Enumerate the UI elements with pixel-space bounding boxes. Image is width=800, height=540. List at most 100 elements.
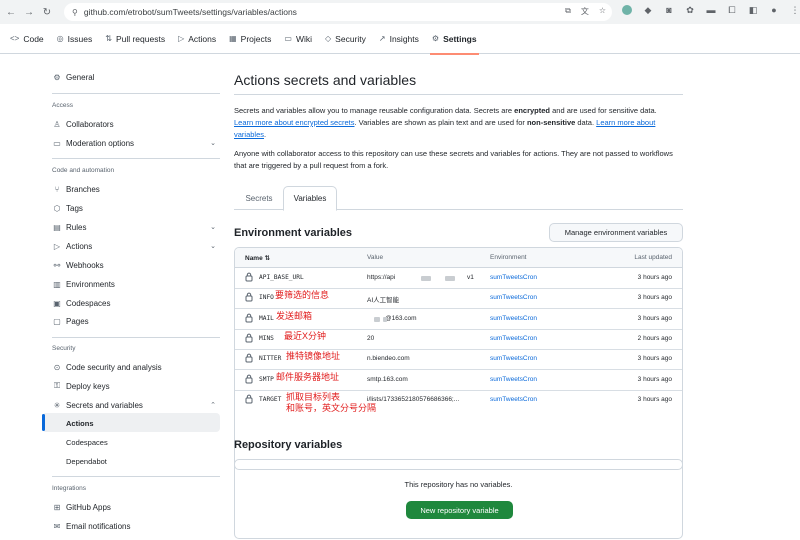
tab-projects[interactable]: ▦ Projects — [229, 24, 271, 54]
tab-security[interactable]: ◇ Security — [325, 24, 366, 54]
table-icon: ▦ — [229, 34, 237, 43]
profile-icon[interactable]: ● — [769, 5, 779, 15]
variable-environment-link[interactable]: sumTweetsCron — [490, 315, 537, 322]
redacted-value — [383, 316, 387, 322]
sidepanel-icon[interactable]: ◧ — [748, 5, 758, 15]
extension-icon[interactable]: ✿ — [685, 5, 695, 15]
lock-icon — [245, 313, 253, 323]
column-header-name[interactable]: Name ⇅ — [245, 254, 270, 262]
repository-variables-heading: Repository variables — [234, 439, 343, 451]
variable-environment-link[interactable]: sumTweetsCron — [490, 274, 537, 281]
tab-variables[interactable]: Variables — [283, 186, 337, 211]
url-text: github.com/etrobot/sumTweets/settings/va… — [83, 7, 297, 17]
extension-icon[interactable]: ▬ — [706, 5, 716, 15]
sidebar-item-label: Webhooks — [66, 260, 104, 270]
back-icon[interactable]: ← — [4, 5, 18, 19]
sidebar-item-secrets-variables[interactable]: ✳ Secrets and variables ⌃ — [52, 397, 222, 413]
play-icon: ▷ — [53, 241, 61, 251]
menu-icon[interactable]: ⋮ — [790, 5, 800, 15]
sidebar-item-actions[interactable]: ▷ Actions ⌄ — [52, 238, 222, 254]
variable-name[interactable]: SMTP — [259, 376, 274, 383]
tab-secrets[interactable]: Secrets — [234, 186, 284, 210]
redacted-value — [421, 276, 431, 281]
tab-settings[interactable]: ⚙ Settings — [429, 24, 479, 55]
forward-icon[interactable]: → — [22, 5, 36, 19]
sidebar-item-deploy-keys[interactable]: ⚿ Deploy keys — [52, 378, 222, 394]
extension-icon[interactable]: ◆ — [643, 5, 653, 15]
play-icon: ▷ — [178, 34, 185, 43]
manage-environment-variables-button[interactable]: Manage environment variables — [549, 223, 683, 242]
sidebar-heading-code: Code and automation — [52, 167, 115, 174]
text: data. — [575, 118, 597, 127]
translate-icon[interactable]: 文 — [581, 6, 589, 17]
variable-name[interactable]: MAIL — [259, 315, 274, 322]
tab-insights[interactable]: ↗ Insights — [379, 24, 419, 54]
camera-extension-icon[interactable]: ◙ — [664, 5, 674, 15]
link-encrypted-secrets[interactable]: Learn more about encrypted secrets — [234, 118, 354, 127]
sidebar-item-webhooks[interactable]: ⚯ Webhooks — [52, 257, 222, 273]
extension-icon[interactable] — [622, 5, 632, 15]
variable-environment-link[interactable]: sumTweetsCron — [490, 396, 537, 403]
sidebar-item-code-security[interactable]: ⊙ Code security and analysis — [52, 359, 222, 375]
sidebar-item-environments[interactable]: ▥ Environments — [52, 276, 222, 292]
sidebar-subitem-actions[interactable]: Actions — [66, 419, 94, 428]
chevron-up-icon: ⌃ — [210, 402, 216, 409]
variable-environment-link[interactable]: sumTweetsCron — [490, 294, 537, 301]
text-bold: non-sensitive — [526, 118, 576, 127]
sidebar-item-label: General — [66, 72, 95, 82]
gear-icon: ⚙ — [53, 72, 61, 82]
new-repository-variable-button[interactable]: New repository variable — [406, 501, 513, 519]
address-bar[interactable]: ⚲ github.com/etrobot/sumTweets/settings/… — [64, 3, 612, 21]
variable-last-updated: 2 hours ago — [637, 334, 672, 342]
tab-issues[interactable]: ◎ Issues — [57, 24, 93, 54]
key-icon: ⚿ — [53, 381, 61, 390]
variable-value: https://api — [367, 274, 396, 281]
sidebar-item-rules[interactable]: ▤ Rules ⌄ — [52, 219, 222, 235]
sidebar-item-github-apps[interactable]: ⊞ GitHub Apps — [52, 499, 222, 515]
red-annotation: 要筛选的信息 — [275, 290, 330, 301]
sidebar-item-codespaces[interactable]: ▣ Codespaces — [52, 295, 222, 311]
sidebar-item-moderation[interactable]: ▭ Moderation options ⌄ — [52, 135, 222, 151]
sidebar-item-pages[interactable]: ▢ Pages — [52, 313, 222, 329]
lock-icon — [245, 374, 253, 384]
chevron-down-icon: ⌄ — [210, 140, 216, 147]
reload-icon[interactable]: ↻ — [40, 5, 54, 19]
tab-pull-requests[interactable]: ⇅ Pull requests — [105, 24, 165, 54]
sidebar-heading-security: Security — [52, 345, 76, 352]
column-header-value: Value — [367, 254, 384, 261]
empty-state-text: This repository has no variables. — [404, 480, 513, 489]
sidebar-subitem-codespaces[interactable]: Codespaces — [66, 438, 108, 447]
apps-icon: ⊞ — [53, 502, 61, 512]
site-info-icon[interactable]: ⚲ — [72, 8, 78, 17]
variable-last-updated: 3 hours ago — [637, 274, 672, 281]
description-paragraph: Secrets and variables allow you to manag… — [234, 105, 674, 141]
sidebar-item-email-notifications[interactable]: ✉ Email notifications — [52, 518, 222, 534]
puzzle-extension-icon[interactable]: ⧠ — [727, 5, 737, 15]
variable-name[interactable]: MINS — [259, 335, 274, 342]
shield-icon: ◇ — [325, 34, 332, 43]
variable-name[interactable]: TARGET — [259, 396, 281, 403]
sidebar-item-collaborators[interactable]: ♙ Collaborators — [52, 116, 222, 132]
variable-environment-link[interactable]: sumTweetsCron — [490, 335, 537, 342]
sidebar-item-general[interactable]: ⚙ General — [52, 69, 222, 85]
sidebar-subitem-dependabot[interactable]: Dependabot — [66, 457, 107, 466]
sidebar-item-tags[interactable]: ⬡ Tags — [52, 200, 222, 216]
bookmark-star-icon[interactable]: ☆ — [599, 6, 606, 17]
sidebar-item-label: Tags — [66, 203, 83, 213]
variable-environment-link[interactable]: sumTweetsCron — [490, 355, 537, 362]
variable-name[interactable]: API_BASE_URL — [259, 274, 304, 281]
issue-icon: ◎ — [56, 34, 64, 43]
tab-code[interactable]: <> Code — [10, 24, 44, 54]
tab-label: Actions — [188, 33, 217, 44]
variable-name[interactable]: NITTER — [259, 355, 281, 362]
tab-wiki[interactable]: ▭ Wiki — [284, 24, 312, 54]
sidebar-active-indicator — [42, 414, 45, 431]
install-icon[interactable]: ⧉ — [565, 6, 571, 17]
tab-actions[interactable]: ▷ Actions — [178, 24, 216, 54]
variable-name[interactable]: INFO — [259, 294, 274, 301]
variable-environment-link[interactable]: sumTweetsCron — [490, 376, 537, 383]
tag-icon: ⬡ — [53, 203, 61, 213]
sidebar-item-branches[interactable]: ⑂ Branches — [52, 181, 222, 197]
variable-last-updated: 3 hours ago — [637, 375, 672, 383]
chevron-down-icon: ⌄ — [210, 224, 216, 231]
